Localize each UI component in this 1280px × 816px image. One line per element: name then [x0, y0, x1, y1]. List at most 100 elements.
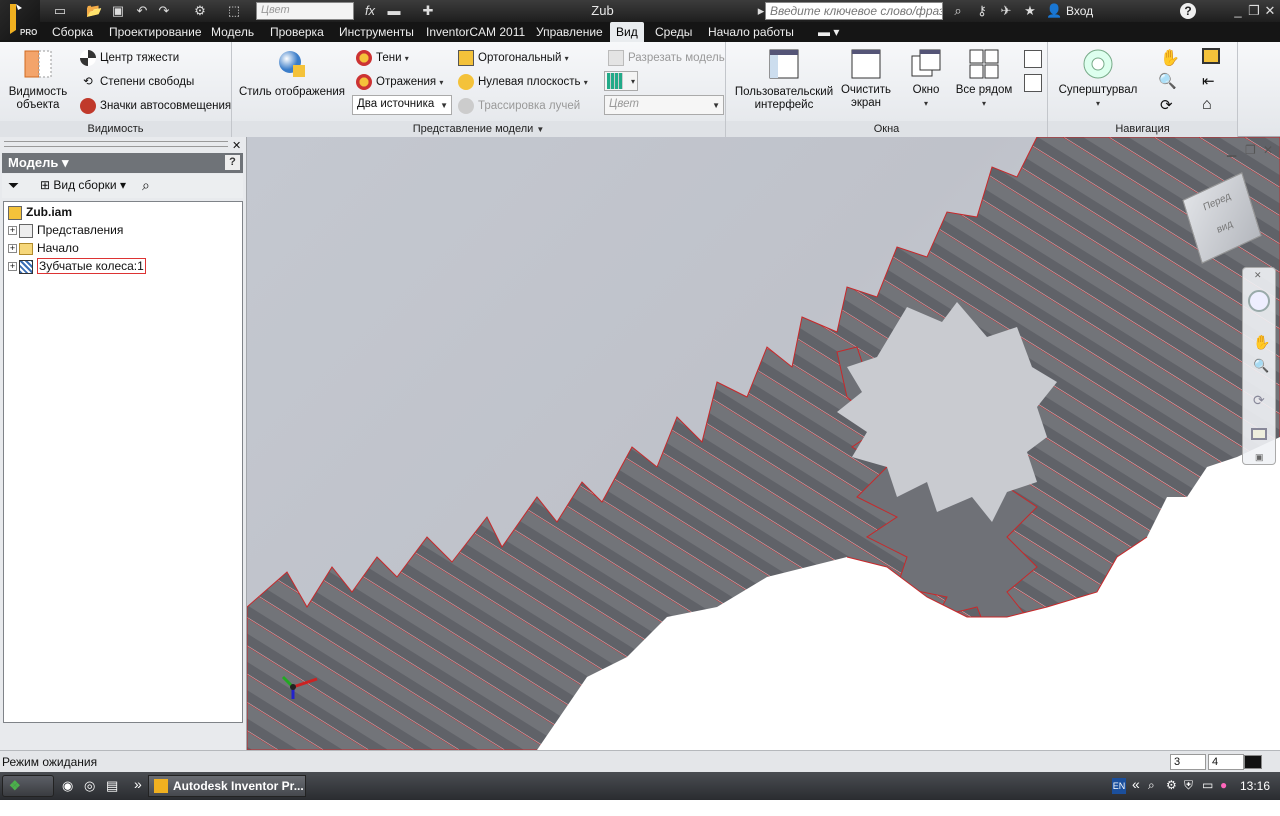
- tab-inspect[interactable]: Проверка: [264, 22, 330, 42]
- login-label[interactable]: Вход: [1066, 4, 1093, 18]
- tile-button[interactable]: Все рядом ▾: [952, 84, 1016, 110]
- clock[interactable]: 13:16: [1240, 779, 1270, 793]
- navbar-close-icon[interactable]: ✕: [1254, 270, 1262, 281]
- ribbon-options-icon[interactable]: ▬ ▾: [812, 22, 845, 42]
- tray-network-icon[interactable]: ⚙: [1166, 778, 1177, 792]
- tray-search-icon[interactable]: ⌕: [1148, 778, 1155, 793]
- steering-wheel-button[interactable]: Суперштурвал ▾: [1054, 84, 1142, 110]
- previous-view-icon[interactable]: ⇤: [1202, 72, 1215, 90]
- browser-header[interactable]: Модель ▾ ?: [2, 153, 243, 173]
- tab-view[interactable]: Вид: [610, 22, 644, 42]
- chrome-icon[interactable]: ◉: [62, 778, 73, 794]
- tray-shield-icon[interactable]: ⛨: [1184, 778, 1193, 793]
- expand-icon[interactable]: +: [8, 244, 17, 254]
- add-icon[interactable]: ✚: [420, 3, 436, 19]
- center-of-gravity-button[interactable]: Центр тяжести: [80, 50, 179, 66]
- language-indicator[interactable]: EN: [1112, 778, 1126, 794]
- degrees-of-freedom-button[interactable]: ⟲ Степени свободы: [80, 74, 194, 90]
- search-input[interactable]: Введите ключевое слово/фразу: [765, 2, 943, 20]
- select-icon[interactable]: ⬚: [226, 3, 242, 19]
- update-icon[interactable]: ⚙: [192, 3, 208, 19]
- object-visibility-button[interactable]: Видимость объекта: [6, 86, 70, 112]
- favorites-icon[interactable]: ★: [1022, 3, 1038, 19]
- browser-help-icon[interactable]: ?: [225, 155, 240, 170]
- display-style-button[interactable]: Стиль отображения: [238, 86, 346, 99]
- navbar-wheel-icon[interactable]: [1248, 290, 1270, 312]
- measure-icon[interactable]: ▬: [386, 3, 402, 19]
- browser-quick-icon[interactable]: ◎: [84, 778, 95, 794]
- navbar-orbit-icon[interactable]: ⟳: [1253, 392, 1265, 409]
- key-icon[interactable]: ⚷: [974, 3, 990, 19]
- tray-display-icon[interactable]: ▭: [1202, 778, 1213, 792]
- undo-icon[interactable]: ↶: [134, 3, 150, 19]
- window-button[interactable]: Окно ▾: [902, 84, 950, 110]
- taskbar-item-inventor[interactable]: Autodesk Inventor Pr...: [148, 775, 306, 797]
- browser-close-icon[interactable]: ✕: [232, 139, 241, 152]
- section-model-button[interactable]: Разрезать модель: [608, 50, 725, 66]
- shadows-button[interactable]: Тени ▾: [356, 50, 409, 66]
- view-minimize-icon[interactable]: ▁: [1227, 143, 1236, 157]
- expand-icon[interactable]: +: [8, 226, 17, 236]
- open-icon[interactable]: 📂: [86, 3, 102, 19]
- orbit-icon[interactable]: ⟳: [1160, 96, 1173, 114]
- model-view-panel-label[interactable]: Представление модели ▼: [232, 121, 725, 137]
- navbar-pan-icon[interactable]: ✋: [1253, 334, 1270, 351]
- orthographic-button[interactable]: Ортогональный ▾: [458, 50, 569, 66]
- tab-model[interactable]: Модель: [205, 22, 260, 42]
- new-window-icon[interactable]: [1024, 74, 1042, 92]
- ground-plane-button[interactable]: Нулевая плоскость ▾: [458, 74, 588, 90]
- tab-manage[interactable]: Управление: [530, 22, 609, 42]
- reflections-button[interactable]: Отражения ▾: [356, 74, 443, 90]
- satellite-icon[interactable]: ✈: [998, 3, 1014, 19]
- binoculars-icon[interactable]: ⌕: [950, 3, 966, 19]
- find-icon[interactable]: ⌕: [142, 177, 150, 194]
- graphics-viewport[interactable]: ▁ ❐ ✕ Перед вид ✕ ✋ 🔍 ⟳ ▣: [247, 137, 1280, 750]
- app-quick-icon[interactable]: ▤: [106, 778, 118, 794]
- redo-icon[interactable]: ↷: [156, 3, 172, 19]
- tree-node-gears[interactable]: + Зубчатые колеса:1: [8, 257, 146, 275]
- restore-icon[interactable]: ❐: [1246, 3, 1262, 19]
- look-at-icon[interactable]: [1202, 48, 1220, 64]
- view-restore-icon[interactable]: ❐: [1245, 143, 1256, 157]
- navbar-lock-icon[interactable]: ▣: [1255, 452, 1264, 463]
- tree-node-root[interactable]: Zub.iam: [8, 203, 72, 221]
- color-override-select[interactable]: Цвет ▼: [604, 95, 724, 115]
- tab-tools[interactable]: Инструменты: [333, 22, 420, 42]
- new-file-icon[interactable]: ▭: [52, 3, 68, 19]
- color-select[interactable]: Цвет: [256, 2, 354, 20]
- start-button[interactable]: ❖ Пуск: [2, 775, 54, 813]
- tray-antivirus-icon[interactable]: ●: [1220, 778, 1227, 792]
- tab-get-started[interactable]: Начало работы: [702, 22, 800, 42]
- taskbar-more-icon[interactable]: »: [134, 776, 142, 792]
- ipart-glyphs-button[interactable]: Значки автосовмещения: [80, 98, 231, 114]
- tree-node-origin[interactable]: + Начало: [8, 239, 79, 257]
- browser-grip[interactable]: [4, 141, 228, 147]
- help-icon[interactable]: ?: [1180, 3, 1196, 19]
- user-icon[interactable]: 👤: [1046, 3, 1062, 19]
- light-source-select[interactable]: Два источника ▼: [352, 95, 452, 115]
- ray-tracing-button[interactable]: Трассировка лучей: [458, 98, 580, 114]
- cascade-icon[interactable]: [1024, 50, 1042, 68]
- grid-toggle[interactable]: ▾: [604, 71, 638, 91]
- close-icon[interactable]: ✕: [1262, 3, 1278, 19]
- tab-assembly[interactable]: Сборка: [46, 22, 99, 42]
- expand-icon[interactable]: +: [8, 262, 17, 272]
- tray-expand-icon[interactable]: «: [1132, 776, 1140, 792]
- tab-environments[interactable]: Среды: [649, 22, 698, 42]
- navbar-look-icon[interactable]: [1251, 428, 1267, 440]
- navbar-zoom-icon[interactable]: 🔍: [1253, 358, 1269, 374]
- zoom-icon[interactable]: 🔍: [1158, 72, 1177, 90]
- filter-icon[interactable]: ⏷: [8, 177, 19, 194]
- home-view-icon[interactable]: ⌂: [1202, 96, 1212, 114]
- save-icon[interactable]: ▣: [110, 3, 126, 19]
- tab-design[interactable]: Проектирование: [103, 22, 208, 42]
- tab-inventorcam[interactable]: InventorCAM 2011: [420, 22, 531, 42]
- assembly-view-button[interactable]: ⊞ Вид сборки ▾: [40, 178, 126, 192]
- fx-icon[interactable]: fx: [362, 3, 378, 19]
- user-interface-button[interactable]: Пользовательский интерфейс: [732, 86, 836, 112]
- tree-node-representations[interactable]: + Представления: [8, 221, 123, 239]
- minimize-icon[interactable]: _: [1230, 3, 1246, 19]
- inventor-logo[interactable]: PRO: [0, 0, 40, 40]
- clean-screen-button[interactable]: Очистить экран: [838, 84, 894, 110]
- pan-icon[interactable]: ✋: [1160, 48, 1180, 68]
